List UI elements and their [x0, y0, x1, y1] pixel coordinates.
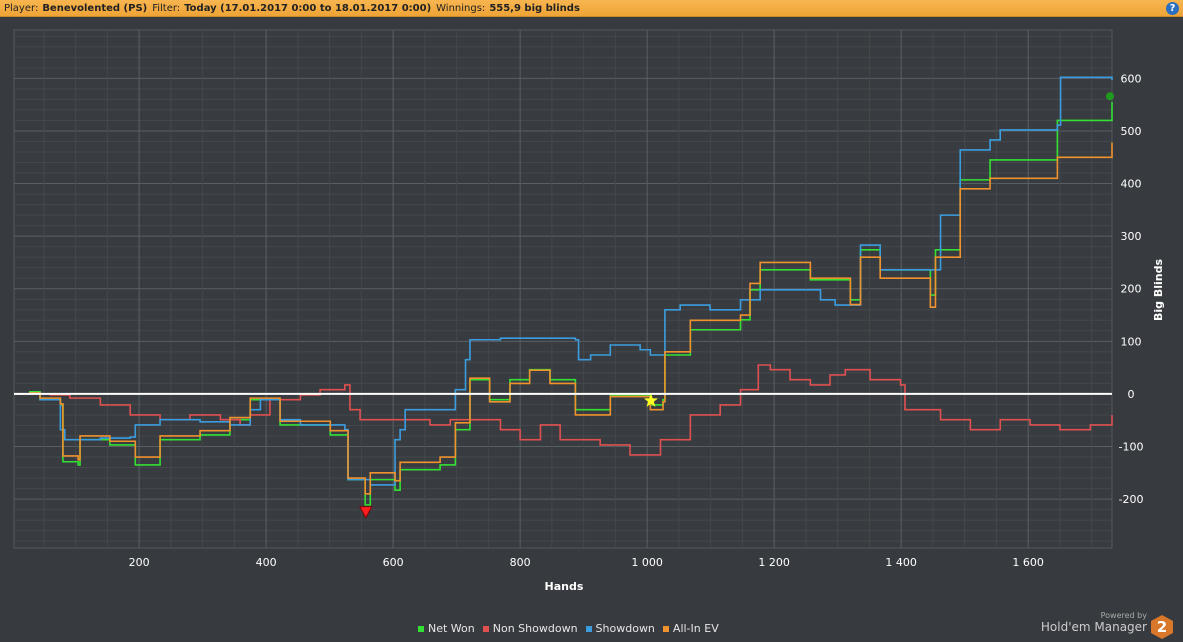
- legend-swatch: [662, 625, 669, 632]
- y-tick-label: -100: [1119, 441, 1144, 454]
- x-tick-label: 200: [129, 556, 150, 569]
- legend-item[interactable]: Non Showdown: [482, 622, 578, 635]
- legend: Net Won Non Showdown Showdown All-In EV: [418, 622, 719, 635]
- y-tick-label: 100: [1121, 335, 1142, 348]
- branding: Powered by Hold'em Manager 2: [1040, 611, 1173, 639]
- y-tick-label: 300: [1121, 230, 1142, 243]
- end-point-marker: [1106, 92, 1114, 101]
- y-tick-label: 0: [1128, 388, 1135, 401]
- powered-by-text: Powered by: [1100, 611, 1147, 620]
- y-tick-label: 400: [1121, 178, 1142, 191]
- winnings-chart: -200 -100 0 100 200 300 400 500 600 200 400 600 800 1…: [13, 29, 1165, 593]
- x-tick-label: 400: [256, 556, 277, 569]
- legend-label: Net Won: [428, 622, 475, 635]
- legend-label: All-In EV: [672, 622, 719, 635]
- x-tick-label: 1 000: [631, 556, 663, 569]
- y-tick-label: 500: [1121, 125, 1142, 138]
- grid: [13, 29, 1113, 549]
- y-tick-label: 600: [1121, 72, 1142, 85]
- y-tick-label: -200: [1119, 493, 1144, 506]
- legend-item[interactable]: Showdown: [585, 622, 655, 635]
- x-tick-label: 800: [510, 556, 531, 569]
- legend-label: Non Showdown: [492, 622, 578, 635]
- legend-swatch: [418, 625, 424, 632]
- legend-label: Showdown: [595, 622, 655, 635]
- x-tick-label: 1 400: [885, 556, 917, 569]
- legend-swatch: [482, 625, 489, 632]
- legend-item[interactable]: Net Won: [418, 622, 475, 635]
- x-axis-label: Hands: [545, 580, 584, 593]
- x-tick-label: 1 200: [758, 556, 790, 569]
- y-tick-label: 200: [1121, 283, 1142, 296]
- legend-item[interactable]: All-In EV: [662, 622, 719, 635]
- x-tick-label: 600: [383, 556, 404, 569]
- brand-name: Hold'em Manager: [1040, 620, 1147, 634]
- y-axis-label: Big Blinds: [1152, 259, 1165, 321]
- legend-swatch: [585, 625, 592, 632]
- x-tick-label: 1 600: [1012, 556, 1044, 569]
